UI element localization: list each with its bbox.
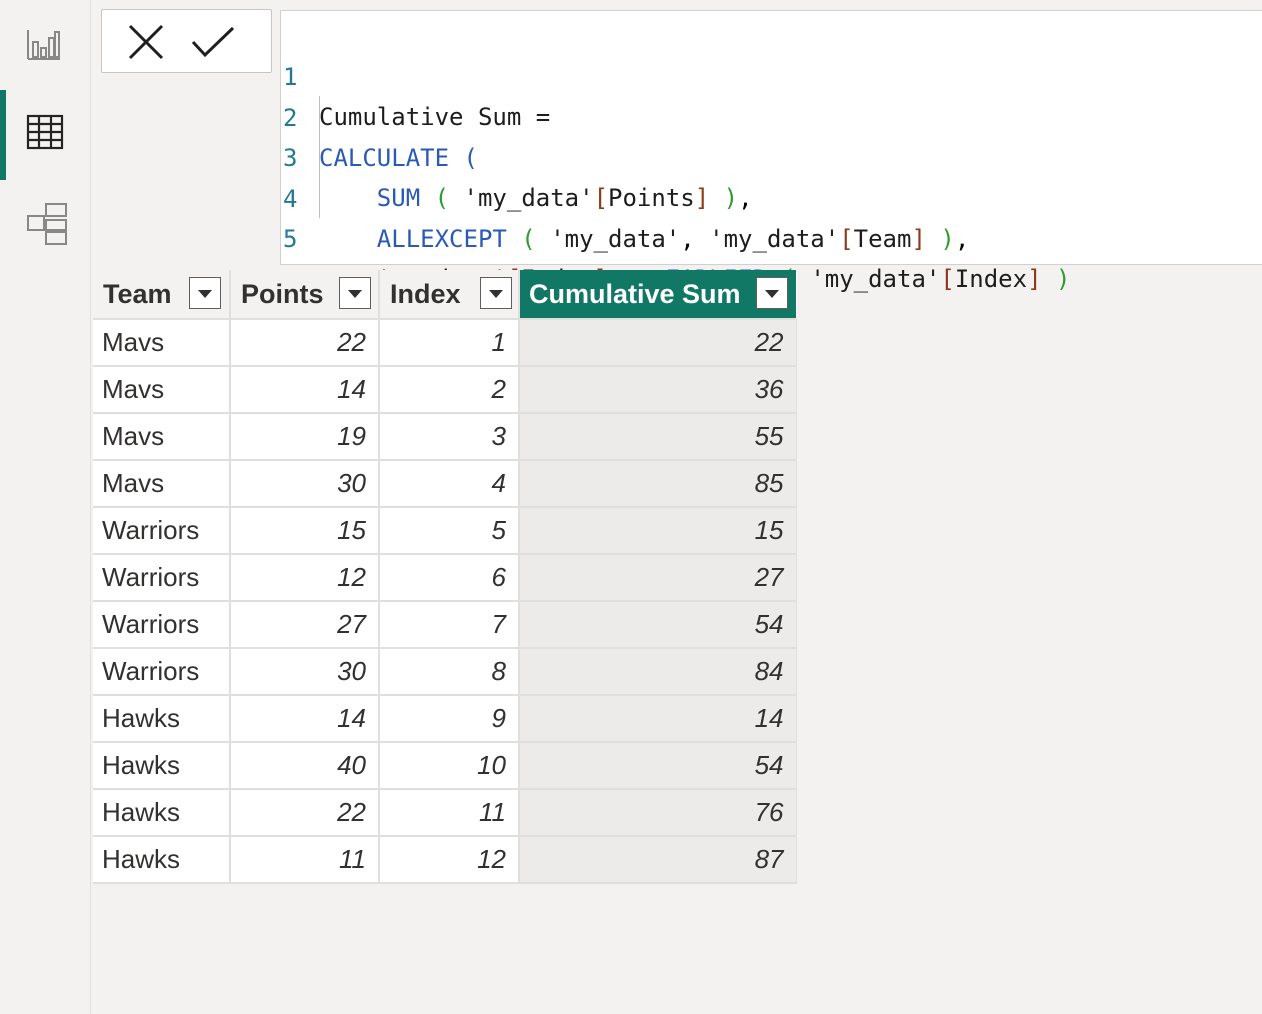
cell-cumulative-sum[interactable]: 22: [519, 318, 797, 367]
filter-dropdown-icon[interactable]: [480, 277, 512, 309]
cell-index[interactable]: 1: [379, 318, 520, 367]
cell-team[interactable]: Warriors: [93, 601, 231, 649]
table-row: Mavs 19 3 55: [93, 413, 797, 461]
cell-team[interactable]: Hawks: [93, 695, 231, 743]
commit-button[interactable]: [191, 24, 235, 60]
cell-team[interactable]: Warriors: [93, 554, 231, 602]
cell-points[interactable]: 19: [230, 413, 380, 461]
cell-team[interactable]: Mavs: [93, 460, 231, 508]
cell-index[interactable]: 7: [379, 601, 520, 649]
table-row: Hawks 14 9 14: [93, 695, 797, 743]
cell-team[interactable]: Warriors: [93, 648, 231, 696]
column-header-label: Cumulative Sum: [529, 279, 741, 309]
nav-report-view[interactable]: [0, 0, 90, 90]
cell-points[interactable]: 40: [230, 742, 380, 790]
cell-points[interactable]: 22: [230, 318, 380, 367]
cell-cumulative-sum[interactable]: 85: [519, 460, 797, 508]
cell-team[interactable]: Hawks: [93, 742, 231, 790]
code-line: 2 CALCULATE (: [281, 58, 478, 172]
table-icon: [26, 114, 64, 150]
data-table: Team Points Index Cumulative Sum Mavs 22 1…: [93, 270, 797, 884]
cell-team[interactable]: Hawks: [93, 789, 231, 837]
cell-cumulative-sum[interactable]: 54: [519, 601, 797, 649]
cell-points[interactable]: 15: [230, 507, 380, 555]
table-row: Mavs 30 4 85: [93, 460, 797, 508]
table-row: Warriors 30 8 84: [93, 648, 797, 696]
formula-actions: [101, 9, 272, 73]
cell-cumulative-sum[interactable]: 14: [519, 695, 797, 743]
table-row: Mavs 14 2 36: [93, 366, 797, 414]
cell-index[interactable]: 5: [379, 507, 520, 555]
code-text: CALCULATE (: [319, 144, 478, 172]
cell-index[interactable]: 12: [379, 836, 520, 884]
cell-cumulative-sum[interactable]: 55: [519, 413, 797, 461]
code-text: Cumulative Sum =: [319, 103, 551, 131]
table-row: Warriors 15 5 15: [93, 507, 797, 555]
indent-guide: [319, 96, 320, 218]
table-row: Mavs 22 1 22: [93, 318, 797, 367]
cell-index[interactable]: 3: [379, 413, 520, 461]
cell-cumulative-sum[interactable]: 15: [519, 507, 797, 555]
table-row: Warriors 27 7 54: [93, 601, 797, 649]
table-row: Hawks 22 11 76: [93, 789, 797, 837]
code-line: 4 ALLEXCEPT ( 'my_data', 'my_data'[Team]…: [281, 139, 969, 253]
cell-cumulative-sum[interactable]: 76: [519, 789, 797, 837]
cancel-button[interactable]: [124, 24, 168, 60]
cell-index[interactable]: 11: [379, 789, 520, 837]
cell-team[interactable]: Hawks: [93, 836, 231, 884]
cell-team[interactable]: Mavs: [93, 318, 231, 367]
column-header-index[interactable]: Index: [379, 270, 520, 319]
cell-points[interactable]: 30: [230, 648, 380, 696]
cell-index[interactable]: 4: [379, 460, 520, 508]
cell-cumulative-sum[interactable]: 84: [519, 648, 797, 696]
filter-dropdown-icon[interactable]: [189, 277, 221, 309]
cell-index[interactable]: 6: [379, 554, 520, 602]
bar-chart-icon: [27, 30, 60, 60]
cell-points[interactable]: 14: [230, 366, 380, 414]
code-text: ALLEXCEPT ( 'my_data', 'my_data'[Team] )…: [376, 225, 970, 253]
table-row: Warriors 12 6 27: [93, 554, 797, 602]
code-line: 5 'my_data'[Index] <= EARLIER ( 'my_data…: [281, 179, 1070, 293]
code-line: 6 ): [281, 220, 339, 334]
column-header-points[interactable]: Points: [230, 270, 380, 319]
column-header-label: Points: [241, 279, 324, 309]
code-line: 3 SUM ( 'my_data'[Points] ),: [281, 98, 753, 212]
code-text: SUM ( 'my_data'[Points] ),: [376, 184, 753, 212]
cell-cumulative-sum[interactable]: 36: [519, 366, 797, 414]
filter-dropdown-icon[interactable]: [339, 277, 371, 309]
filter-dropdown-icon[interactable]: [756, 277, 788, 309]
cell-team[interactable]: Warriors: [93, 507, 231, 555]
close-icon: [128, 24, 164, 60]
column-header-cumulative-sum[interactable]: Cumulative Sum: [519, 270, 796, 319]
cell-cumulative-sum[interactable]: 87: [519, 836, 797, 884]
cell-points[interactable]: 27: [230, 601, 380, 649]
column-header-label: Team: [103, 279, 172, 309]
cell-points[interactable]: 12: [230, 554, 380, 602]
nav-model-view[interactable]: [0, 180, 90, 270]
cell-index[interactable]: 10: [379, 742, 520, 790]
nav-data-view[interactable]: [0, 90, 90, 180]
code-line: 1 Cumulative Sum =: [281, 17, 550, 131]
cell-index[interactable]: 2: [379, 366, 520, 414]
cell-points[interactable]: 14: [230, 695, 380, 743]
table-row: Hawks 11 12 87: [93, 836, 797, 884]
table-row: Hawks 40 10 54: [93, 742, 797, 790]
cell-team[interactable]: Mavs: [93, 413, 231, 461]
cell-points[interactable]: 30: [230, 460, 380, 508]
column-header-label: Index: [390, 279, 461, 309]
cell-index[interactable]: 9: [379, 695, 520, 743]
cell-team[interactable]: Mavs: [93, 366, 231, 414]
left-nav: [0, 0, 91, 1014]
model-icon: [27, 203, 67, 245]
formula-editor[interactable]: 1 Cumulative Sum = 2 CALCULATE ( 3 SUM (…: [280, 10, 1262, 334]
checkmark-icon: [191, 26, 235, 58]
cell-points[interactable]: 22: [230, 789, 380, 837]
cell-cumulative-sum[interactable]: 54: [519, 742, 797, 790]
column-header-team[interactable]: Team: [93, 270, 231, 319]
cell-index[interactable]: 8: [379, 648, 520, 696]
cell-cumulative-sum[interactable]: 27: [519, 554, 797, 602]
cell-points[interactable]: 11: [230, 836, 380, 884]
